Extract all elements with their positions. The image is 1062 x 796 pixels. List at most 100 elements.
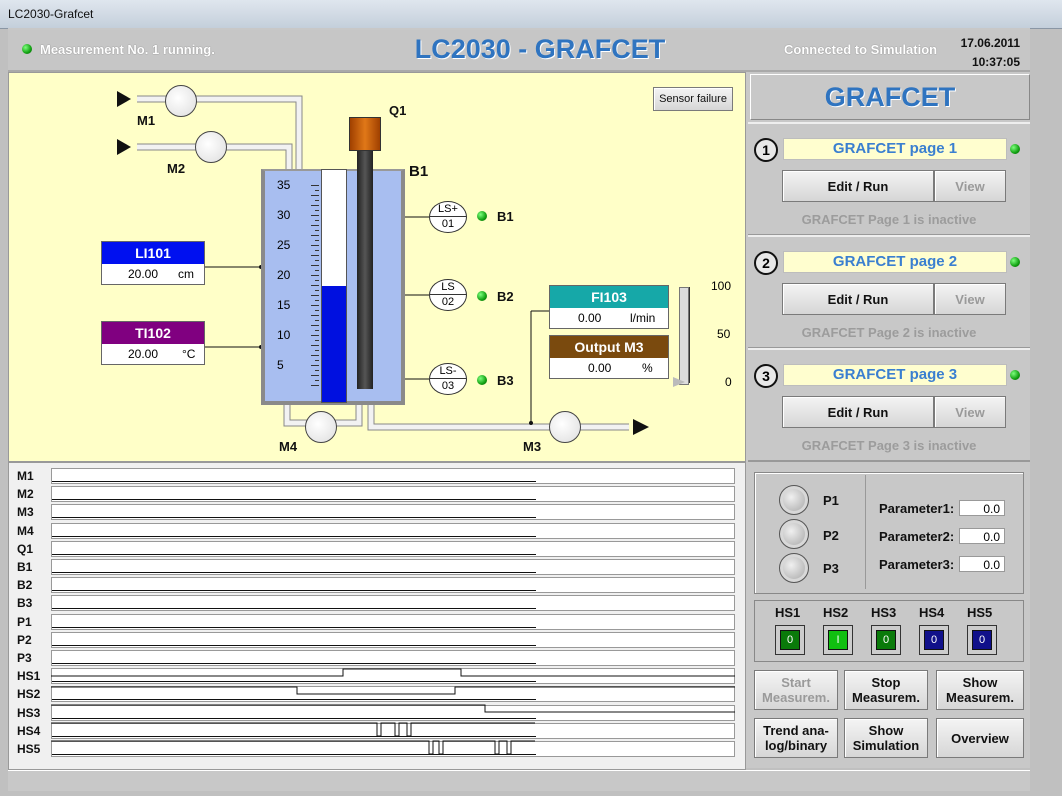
tank-scale-tick: [315, 340, 319, 341]
hs-switch-button[interactable]: 0: [871, 625, 901, 655]
arrow-in-m2-icon: [117, 139, 131, 155]
measurement-status: Measurement No. 1 running.: [40, 42, 215, 57]
tank-scale-tick: [315, 360, 319, 361]
pump-m1-icon[interactable]: [165, 85, 197, 117]
parameter2-label: Parameter2:: [879, 529, 955, 544]
tank-scale-tick: [311, 385, 319, 386]
hs-label: HS1: [775, 605, 801, 620]
tank-scale-label: 5: [277, 358, 284, 372]
trend-row-label: HS5: [17, 742, 41, 756]
trend-row-label: B1: [17, 560, 33, 574]
hs-value: 0: [780, 630, 800, 650]
pump-m3-icon[interactable]: [549, 411, 581, 443]
grafcet-page-2-name: GRAFCET page 2: [783, 251, 1007, 273]
p3-button[interactable]: [779, 553, 809, 583]
tank-scale-tick: [315, 310, 319, 311]
grafcet-page-3-section: 3 GRAFCET page 3 Edit / Run View GRAFCET…: [748, 348, 1030, 462]
status-bar: [8, 770, 1030, 791]
trend-analog-binary-button[interactable]: Trend ana-log/binary: [754, 718, 838, 758]
grafcet-page-2-section: 2 GRAFCET page 2 Edit / Run View GRAFCET…: [748, 235, 1030, 349]
sensor-b1-label: B1: [497, 209, 514, 224]
tank-scale-tick: [311, 215, 319, 216]
tank-scale-tick: [311, 295, 319, 296]
trend-row-label: B2: [17, 578, 33, 593]
p1-button[interactable]: [779, 485, 809, 515]
pump-m1-label: M1: [137, 113, 156, 128]
overview-button[interactable]: Overview: [936, 718, 1024, 758]
trend-row-label: B3: [17, 596, 33, 611]
tank-scale-tick: [311, 365, 319, 366]
arrow-in-m1-icon: [117, 91, 131, 107]
ti102-value: 20.00: [128, 347, 159, 361]
page-2-view-button[interactable]: View: [934, 283, 1006, 315]
page-3-view-button[interactable]: View: [934, 396, 1006, 428]
tank-scale-label: 20: [277, 268, 291, 282]
parameter1-input[interactable]: 0.0: [959, 500, 1005, 516]
tank-scale-tick: [311, 235, 319, 236]
output-m3-unit: %: [642, 361, 653, 375]
parameter2-input[interactable]: 0.0: [959, 528, 1005, 544]
parameter3-label: Parameter3:: [879, 557, 955, 572]
gauge-50: 50: [717, 327, 731, 341]
sensor-b3-led-icon: [477, 375, 487, 385]
hs-value: I: [828, 630, 848, 650]
pump-m3-label: M3: [523, 439, 542, 454]
hs-label: HS5: [967, 605, 993, 620]
tank-scale-tick: [311, 345, 319, 346]
page-1-edit-run-button[interactable]: Edit / Run: [782, 170, 934, 202]
param-divider: [865, 475, 867, 589]
tank-scale-tick: [311, 375, 319, 376]
tank-scale-tick: [315, 220, 319, 221]
output-m3-box: Output M3 0.00 %: [549, 335, 669, 379]
pump-m4-icon[interactable]: [305, 411, 337, 443]
trend-row-label: HS3: [17, 705, 41, 720]
tank-scale-tick: [315, 320, 319, 321]
hs-switch-button[interactable]: 0: [919, 625, 949, 655]
sensor-b2-led-icon: [477, 291, 487, 301]
heater-q1-icon: [349, 117, 381, 151]
gauge-ticks: [689, 287, 698, 383]
page-3-edit-run-button[interactable]: Edit / Run: [782, 396, 934, 428]
page-2-edit-run-button[interactable]: Edit / Run: [782, 283, 934, 315]
show-measurement-button[interactable]: Show Measurem.: [936, 670, 1024, 710]
p2-button[interactable]: [779, 519, 809, 549]
tank-scale-tick: [315, 300, 319, 301]
start-measurement-button[interactable]: Start Measurem.: [754, 670, 838, 710]
tank-scale-tick: [315, 350, 319, 351]
ti102-box: TI102 20.00 °C: [101, 321, 205, 365]
hs-switch-button[interactable]: 0: [967, 625, 997, 655]
pump-m2-icon[interactable]: [195, 131, 227, 163]
hs-label: HS2: [823, 605, 849, 620]
process-diagram: Sensor failure 35 30 25 20 15 10 5 Q1 B1…: [8, 72, 746, 462]
trend-row-label: M3: [17, 505, 34, 520]
p1-label: P1: [823, 493, 839, 508]
tank-scale-label: 35: [277, 178, 291, 192]
hs-switch-button[interactable]: I: [823, 625, 853, 655]
grafcet-page-1-section: 1 GRAFCET page 1 Edit / Run View GRAFCET…: [748, 122, 1030, 236]
datetime: 17.06.2011 10:37:05: [961, 34, 1020, 72]
li101-value: 20.00: [128, 267, 159, 281]
tank-label: B1: [409, 163, 429, 180]
sensor-b2-label: B2: [497, 289, 514, 304]
sensor-b1-led-icon: [477, 211, 487, 221]
hs-switch-button[interactable]: 0: [775, 625, 805, 655]
fi103-unit: l/min: [630, 311, 656, 325]
tank-scale-tick: [311, 265, 319, 266]
stop-measurement-button[interactable]: Stop Measurem.: [844, 670, 928, 710]
tank-scale-tick: [311, 305, 319, 306]
tank-scale-tick: [311, 195, 319, 196]
show-simulation-button[interactable]: Show Simulation: [844, 718, 928, 758]
li101-tag: LI101: [102, 242, 204, 264]
tank-scale-tick: [315, 230, 319, 231]
tank-scale-tick: [311, 275, 319, 276]
page-1-view-button[interactable]: View: [934, 170, 1006, 202]
tank-scale-tick: [315, 330, 319, 331]
trend-row-label: P3: [17, 651, 32, 665]
parameter3-input[interactable]: 0.0: [959, 556, 1005, 572]
grafcet-page-1-name: GRAFCET page 1: [783, 138, 1007, 160]
tank-scale-tick: [315, 280, 319, 281]
tank-scale-tick: [315, 240, 319, 241]
pump-m4-label: M4: [279, 439, 298, 454]
li101-unit: cm: [178, 267, 194, 281]
tank-scale-label: 10: [277, 328, 291, 342]
